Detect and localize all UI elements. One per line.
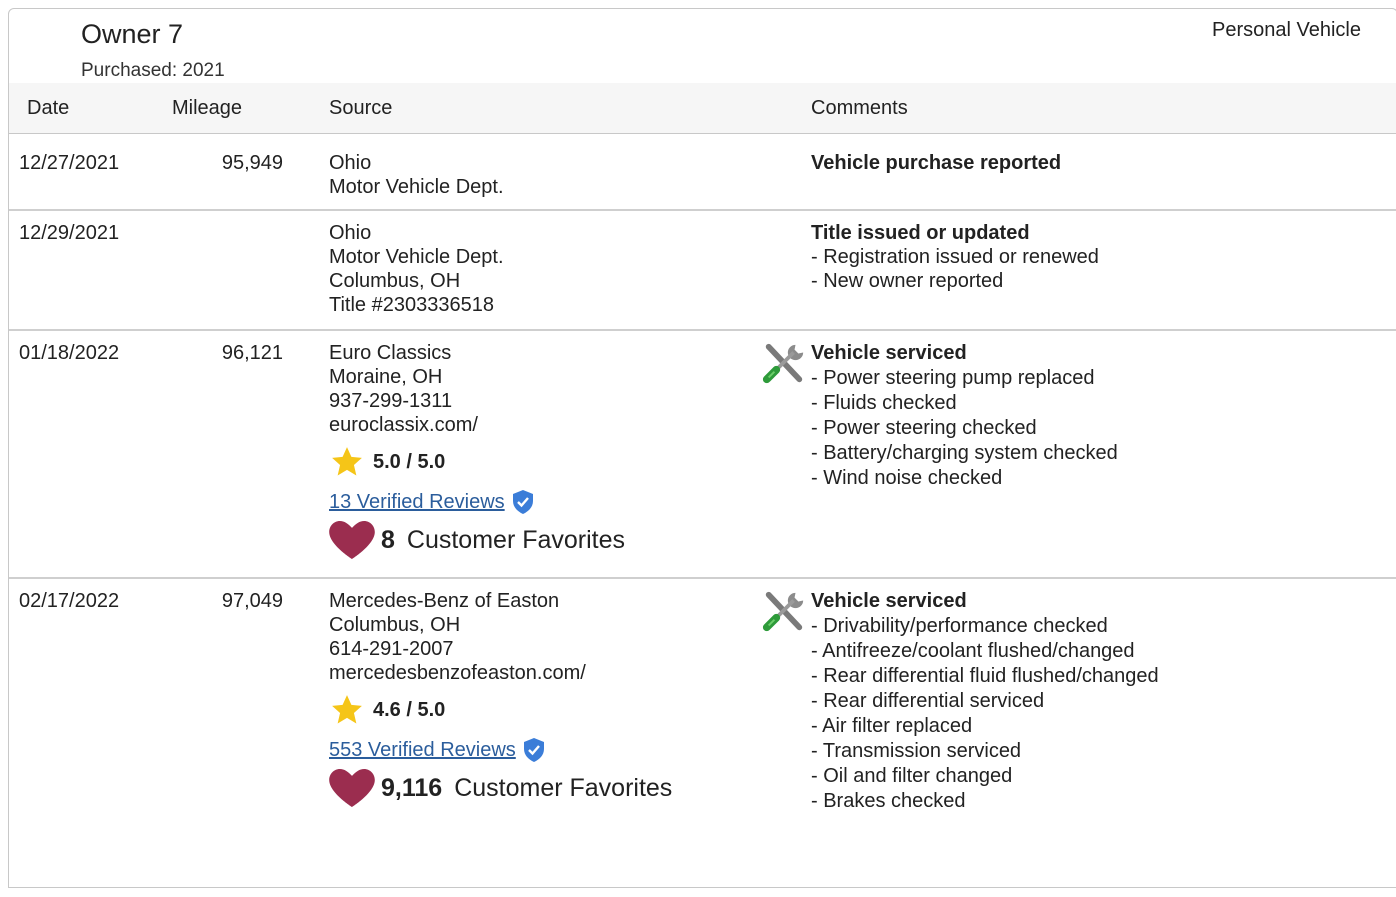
source-line: Ohio: [329, 222, 372, 244]
dealer-rating: 5.0 / 5.0: [329, 445, 625, 479]
heart-icon: [329, 521, 375, 559]
customer-favorites: 8 Customer Favorites: [329, 521, 626, 559]
table-row: 01/18/2022 96,121 Euro Classics Moraine,…: [9, 329, 1396, 579]
comment-item: - Transmission serviced: [811, 740, 1022, 762]
comment-item: - Antifreeze/coolant flushed/changed: [811, 640, 1135, 662]
source-line: Motor Vehicle Dept.: [329, 246, 504, 268]
source-line: 614-291-2007: [329, 638, 454, 660]
row-mileage: 95,949: [221, 152, 283, 174]
source-line: euroclassix.com/: [329, 414, 478, 436]
comment-item: - Air filter replaced: [811, 715, 973, 737]
table-header: Date Mileage Source Comments: [9, 83, 1396, 134]
star-icon: [332, 695, 362, 724]
comment-item: - Drivability/performance checked: [811, 615, 1108, 637]
column-comments: Comments: [811, 97, 908, 119]
row-source: Euro Classics Moraine, OH 937-299-1311 e…: [329, 341, 626, 559]
column-source: Source: [329, 97, 393, 119]
owner-history-panel: Owner 7 Purchased: 2021 Personal Vehicle…: [8, 8, 1396, 888]
favorites-label: Customer Favorites: [454, 774, 673, 802]
favorites-count: 8: [381, 526, 395, 554]
source-line: Columbus, OH: [329, 270, 461, 292]
comment-item: - New owner reported: [811, 270, 1004, 292]
source-line: Euro Classics: [329, 342, 452, 364]
owner-header: Owner 7 Purchased: 2021 Personal Vehicle: [9, 9, 1396, 84]
verified-shield-icon: [512, 490, 533, 514]
column-mileage: Mileage: [172, 97, 243, 119]
vehicle-type: Personal Vehicle: [1212, 19, 1361, 41]
row-source: Ohio Motor Vehicle Dept. Columbus, OH Ti…: [329, 221, 504, 317]
verified-reviews-link[interactable]: 13 Verified Reviews: [329, 490, 505, 514]
comment-item: - Fluids checked: [811, 392, 957, 414]
comment-item: - Registration issued or renewed: [811, 246, 1099, 268]
table-row: 12/29/2021 Ohio Motor Vehicle Dept. Colu…: [9, 209, 1396, 331]
source-line: Motor Vehicle Dept.: [329, 176, 504, 198]
column-date: Date: [27, 97, 70, 119]
row-date: 01/18/2022: [19, 342, 120, 364]
verified-shield-icon: [523, 738, 544, 762]
comment-item: - Rear differential serviced: [811, 690, 1045, 712]
owner-title: Owner 7: [81, 19, 184, 49]
comment-item: - Oil and filter changed: [811, 765, 1013, 787]
comment-title: Vehicle serviced: [811, 590, 967, 612]
wrench-screwdriver-icon: [762, 343, 804, 384]
table-row: 02/17/2022 97,049 Mercedes-Benz of Easto…: [9, 577, 1396, 897]
row-mileage: 97,049: [221, 590, 283, 612]
purchase-year: Purchased: 2021: [81, 60, 225, 81]
row-source: Ohio Motor Vehicle Dept.: [329, 151, 504, 199]
row-date: 12/29/2021: [19, 222, 120, 244]
verified-reviews-link[interactable]: 553 Verified Reviews: [329, 738, 516, 762]
source-line: Ohio: [329, 152, 372, 174]
comment-item: - Rear differential fluid flushed/change…: [811, 665, 1159, 687]
source-line: Columbus, OH: [329, 614, 461, 636]
wrench-screwdriver-icon: [762, 591, 804, 632]
comment-item: - Battery/charging system checked: [811, 442, 1118, 464]
favorites-label: Customer Favorites: [406, 526, 626, 554]
row-source: Mercedes-Benz of Easton Columbus, OH 614…: [329, 589, 673, 807]
comment-item: - Power steering pump replaced: [811, 367, 1095, 389]
row-date: 12/27/2021: [19, 152, 120, 174]
comment-title: Vehicle purchase reported: [811, 152, 1062, 174]
comment-title: Title issued or updated: [811, 222, 1030, 244]
dealer-rating: 4.6 / 5.0: [329, 693, 672, 727]
source-line: Moraine, OH: [329, 366, 443, 388]
reviews-row: 13 Verified Reviews: [329, 489, 625, 515]
row-comments: Vehicle serviced - Drivability/performan…: [811, 589, 1159, 814]
comment-title: Vehicle serviced: [811, 342, 967, 364]
row-comments: Vehicle purchase reported: [811, 151, 1061, 175]
reviews-row: 553 Verified Reviews: [329, 737, 672, 763]
source-line: Title #2303336518: [329, 294, 494, 316]
rating-value: 5.0 / 5.0: [373, 451, 446, 473]
source-line: Mercedes-Benz of Easton: [329, 590, 560, 612]
row-date: 02/17/2022: [19, 590, 120, 612]
table-row: 12/27/2021 95,949 Ohio Motor Vehicle Dep…: [9, 133, 1396, 211]
comment-item: - Brakes checked: [811, 790, 966, 812]
source-line: mercedesbenzofeaston.com/: [329, 662, 586, 684]
comment-item: - Power steering checked: [811, 417, 1037, 439]
source-line: 937-299-1311: [329, 390, 453, 412]
heart-icon: [329, 769, 375, 807]
customer-favorites: 9,116 Customer Favorites: [329, 769, 673, 807]
favorites-count: 9,116: [381, 774, 443, 802]
comment-item: - Wind noise checked: [811, 467, 1003, 489]
row-comments: Vehicle serviced - Power steering pump r…: [811, 341, 1118, 491]
row-comments: Title issued or updated - Registration i…: [811, 221, 1099, 293]
star-icon: [332, 447, 362, 476]
rating-value: 4.6 / 5.0: [373, 699, 446, 721]
row-mileage: 96,121: [221, 342, 283, 364]
